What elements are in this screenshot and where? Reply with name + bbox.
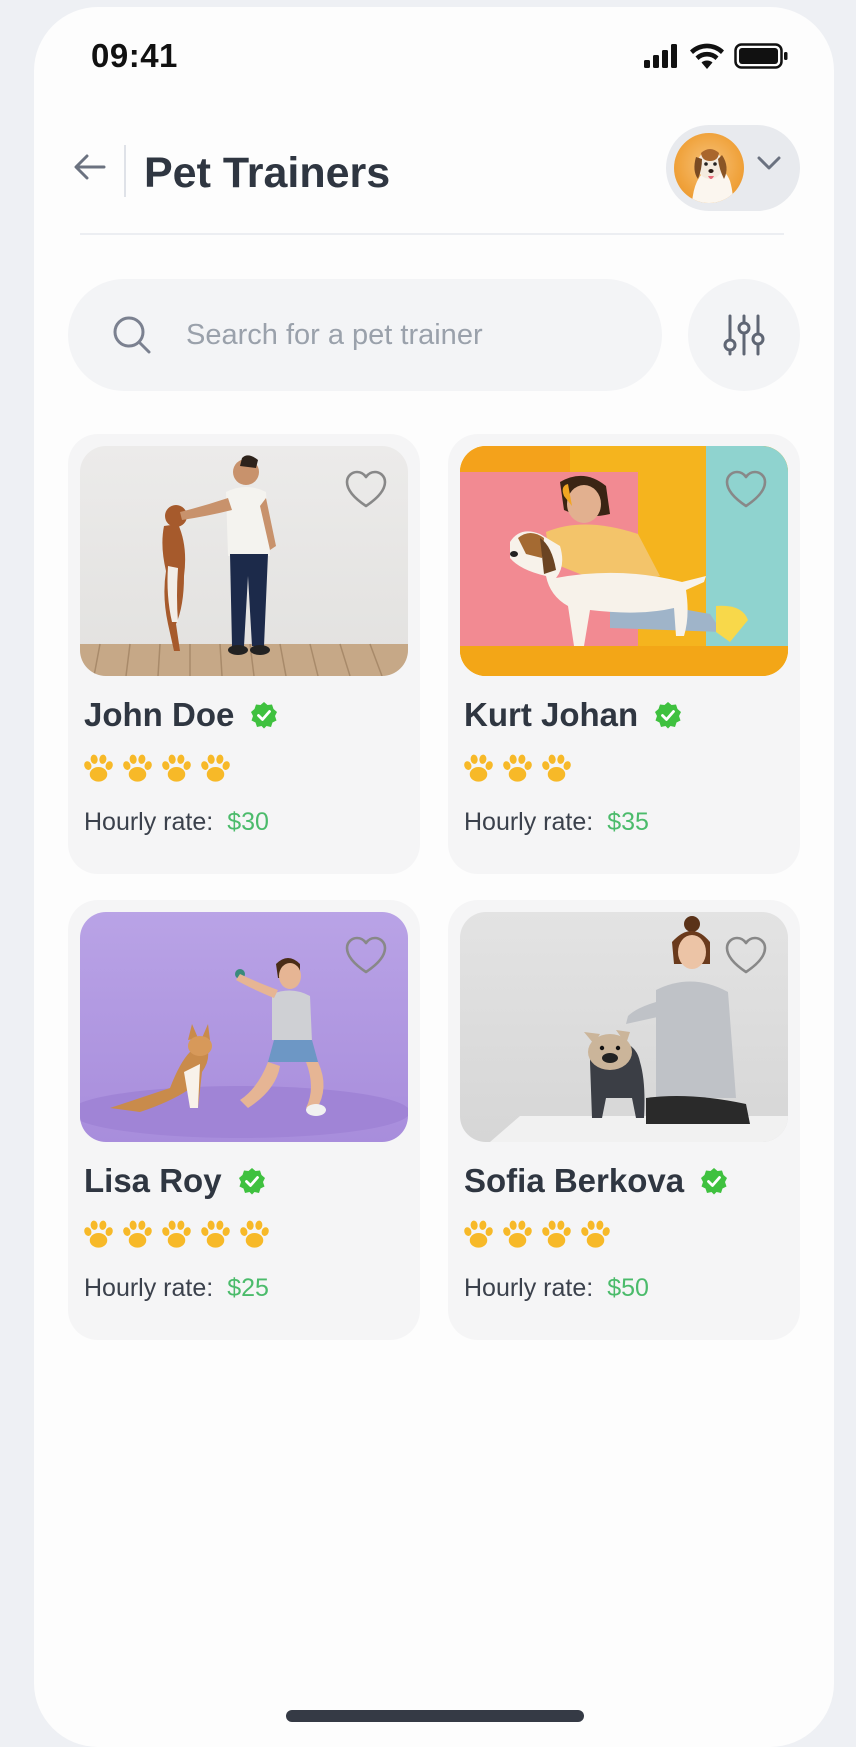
rate-value: $35 xyxy=(607,808,649,836)
paw-icon xyxy=(199,1218,232,1251)
trainer-photo xyxy=(80,912,408,1142)
paw-icon xyxy=(540,752,573,785)
paw-icon xyxy=(82,752,115,785)
verified-badge-icon xyxy=(655,702,682,729)
search-input[interactable] xyxy=(186,318,586,352)
trainer-photo xyxy=(460,912,788,1142)
trainer-name: John Doe xyxy=(84,696,235,733)
hourly-rate: Hourly rate: $50 xyxy=(464,1274,649,1303)
hourly-rate: Hourly rate: $25 xyxy=(84,1274,269,1303)
trainer-name-row: Lisa Roy xyxy=(84,1162,266,1200)
header-separator xyxy=(80,233,784,235)
trainer-name-row: Kurt Johan xyxy=(464,696,682,734)
rate-value: $30 xyxy=(227,808,269,836)
rate-label: Hourly rate: xyxy=(84,1274,214,1302)
rate-value: $25 xyxy=(227,1274,269,1302)
trainer-card[interactable]: John Doe Hourly rate: $30 xyxy=(68,434,420,874)
heart-icon[interactable] xyxy=(344,934,388,978)
header-divider xyxy=(124,145,126,197)
trainer-name: Sofia Berkova xyxy=(464,1162,685,1199)
search-icon xyxy=(113,316,151,354)
filter-button[interactable] xyxy=(688,279,800,391)
heart-icon[interactable] xyxy=(724,934,768,978)
trainer-name: Kurt Johan xyxy=(464,696,639,733)
trainer-card[interactable]: Kurt Johan Hourly rate: $35 xyxy=(448,434,800,874)
home-indicator xyxy=(286,1710,584,1722)
phone-screen: 09:41 Pet Trainers Search for a pet trai… xyxy=(34,7,834,1747)
status-time: 09:41 xyxy=(91,37,178,74)
avatar xyxy=(674,133,744,203)
filter-sliders-icon xyxy=(723,314,765,356)
trainer-photo xyxy=(80,446,408,676)
hourly-rate: Hourly rate: $35 xyxy=(464,808,649,837)
paw-icon xyxy=(160,1218,193,1251)
signal-icon xyxy=(644,44,677,68)
paw-icon xyxy=(540,1218,573,1251)
rate-label: Hourly rate: xyxy=(84,808,214,836)
search-bar[interactable] xyxy=(68,279,662,391)
rating-paws xyxy=(462,1218,612,1251)
hourly-rate: Hourly rate: $30 xyxy=(84,808,269,837)
trainer-name: Lisa Roy xyxy=(84,1162,222,1199)
paw-icon xyxy=(238,1218,271,1251)
paw-icon xyxy=(199,752,232,785)
heart-icon[interactable] xyxy=(344,468,388,512)
chevron-down-icon xyxy=(757,156,781,170)
paw-icon xyxy=(579,1218,612,1251)
paw-icon xyxy=(501,752,534,785)
back-button[interactable] xyxy=(70,147,110,187)
verified-badge-icon xyxy=(251,702,278,729)
paw-icon xyxy=(160,752,193,785)
paw-icon xyxy=(501,1218,534,1251)
rating-paws xyxy=(82,1218,271,1251)
rate-label: Hourly rate: xyxy=(464,1274,594,1302)
rate-value: $50 xyxy=(607,1274,649,1302)
trainer-card[interactable]: Lisa Roy Hourly rate: $25 xyxy=(68,900,420,1340)
paw-icon xyxy=(121,752,154,785)
paw-icon xyxy=(82,1218,115,1251)
profile-switcher[interactable] xyxy=(666,125,800,211)
back-arrow-icon xyxy=(74,154,106,180)
paw-icon xyxy=(121,1218,154,1251)
paw-icon xyxy=(462,752,495,785)
heart-icon[interactable] xyxy=(724,468,768,512)
rate-label: Hourly rate: xyxy=(464,808,594,836)
page-title: Pet Trainers xyxy=(144,149,391,197)
verified-badge-icon xyxy=(238,1168,265,1195)
trainer-name-row: Sofia Berkova xyxy=(464,1162,728,1200)
battery-icon xyxy=(734,43,788,69)
trainer-photo xyxy=(460,446,788,676)
paw-icon xyxy=(462,1218,495,1251)
verified-badge-icon xyxy=(701,1168,728,1195)
rating-paws xyxy=(462,752,573,785)
rating-paws xyxy=(82,752,232,785)
status-icons xyxy=(644,43,788,69)
trainer-name-row: John Doe xyxy=(84,696,278,734)
trainer-card[interactable]: Sofia Berkova Hourly rate: $50 xyxy=(448,900,800,1340)
wifi-icon xyxy=(690,43,724,69)
